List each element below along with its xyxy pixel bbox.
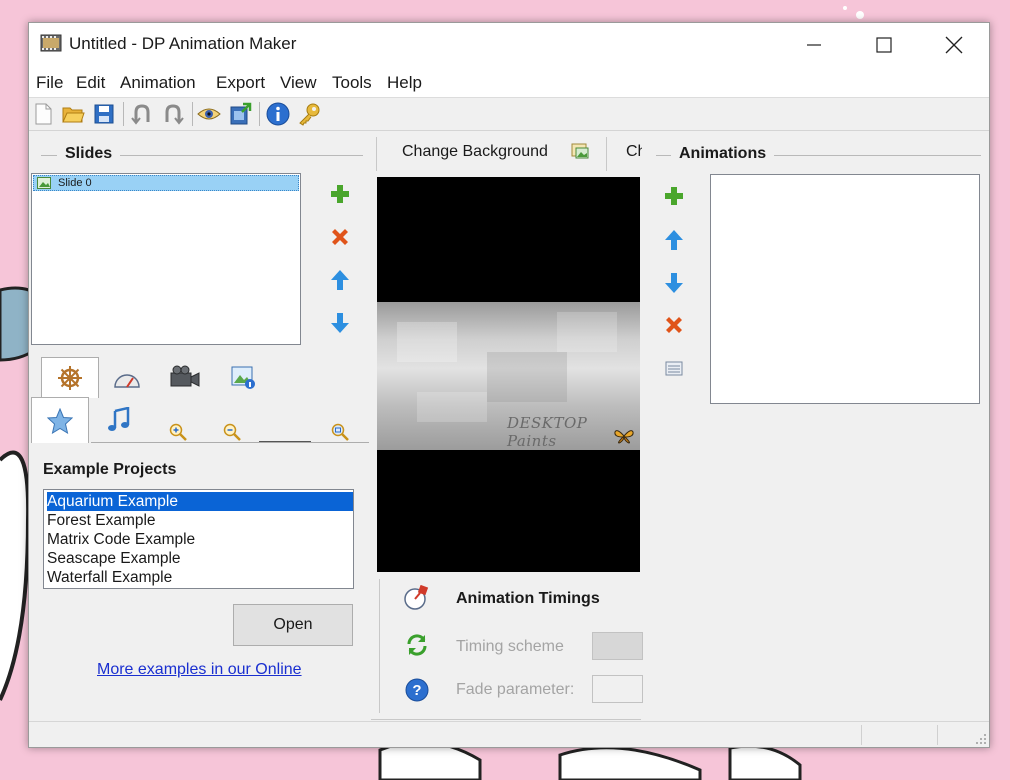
timings-bottom-rule <box>371 719 641 720</box>
redo-icon[interactable] <box>161 102 185 126</box>
preview-image: DESKTOP Paints <box>377 302 640 450</box>
animation-timings-heading: Animation Timings <box>456 590 600 607</box>
preview-eye-icon[interactable] <box>197 102 221 126</box>
window-title: Untitled - DP Animation Maker <box>69 34 297 53</box>
export-film-icon[interactable] <box>228 102 252 126</box>
open-folder-icon[interactable] <box>61 102 85 126</box>
timing-scheme-select[interactable] <box>592 632 643 660</box>
minimize-icon <box>807 44 821 46</box>
list-item[interactable]: Aquarium Example <box>47 492 353 511</box>
menu-view[interactable]: View <box>280 73 317 93</box>
delete-slide-icon[interactable] <box>328 225 352 249</box>
close-button[interactable] <box>919 23 989 67</box>
preview-canvas[interactable]: DESKTOP Paints <box>377 177 640 572</box>
fade-parameter-input[interactable] <box>592 675 643 703</box>
menu-help[interactable]: Help <box>387 73 422 93</box>
stopwatch-icon <box>114 374 140 388</box>
truncated-toolbar-button[interactable]: Ch <box>626 143 642 161</box>
slide-item[interactable]: Slide 0 <box>33 175 299 191</box>
title-bar: Untitled - DP Animation Maker <box>29 23 989 67</box>
menu-export[interactable]: Export <box>216 73 265 93</box>
status-separator <box>861 725 862 745</box>
list-item[interactable]: Seascape Example <box>47 549 353 568</box>
butterfly-icon <box>614 430 634 444</box>
slide-thumbnail-icon <box>37 177 51 189</box>
zoom-fit-icon[interactable] <box>331 423 349 441</box>
refresh-icon[interactable] <box>405 633 429 657</box>
list-item[interactable]: Matrix Code Example <box>47 530 353 549</box>
help-icon[interactable]: ? <box>405 678 429 702</box>
svg-text:?: ? <box>412 682 421 699</box>
examples-list[interactable]: Aquarium Example Forest Example Matrix C… <box>43 489 354 589</box>
minimize-button[interactable] <box>779 23 849 67</box>
open-button[interactable]: Open <box>233 604 353 646</box>
fade-parameter-label: Fade parameter: <box>456 681 575 698</box>
close-icon <box>945 36 963 54</box>
info-icon[interactable] <box>266 102 290 126</box>
menu-bar: File Edit Animation Export View Tools He… <box>29 67 989 98</box>
tab-image-info[interactable] <box>215 357 271 397</box>
tab-effects[interactable] <box>31 397 89 443</box>
add-slide-icon[interactable] <box>328 182 352 206</box>
new-file-icon[interactable] <box>31 102 55 126</box>
animation-properties-icon[interactable] <box>662 356 686 380</box>
image-info-icon <box>231 366 255 389</box>
toolbar-separator <box>192 102 193 126</box>
app-window: Untitled - DP Animation Maker File Edit … <box>28 22 990 748</box>
move-slide-up-icon[interactable] <box>328 268 352 292</box>
menu-edit[interactable]: Edit <box>76 73 105 93</box>
timings-divider <box>379 579 380 713</box>
key-icon[interactable] <box>297 102 321 126</box>
ship-wheel-icon <box>58 366 82 390</box>
app-film-icon <box>40 34 62 52</box>
tab-wheel[interactable] <box>41 357 99 398</box>
status-bar <box>29 721 989 747</box>
move-slide-down-icon[interactable] <box>328 311 352 335</box>
tab-timing[interactable] <box>99 357 155 397</box>
status-separator <box>937 725 938 745</box>
maximize-icon <box>876 37 892 53</box>
timing-scheme-label: Timing scheme <box>456 638 564 655</box>
zoom-out-icon[interactable] <box>223 423 241 441</box>
examples-heading: Example Projects <box>43 461 177 478</box>
animation-timings-icon <box>404 585 429 610</box>
slides-list[interactable]: Slide 0 <box>31 173 301 345</box>
add-animation-icon[interactable] <box>662 184 686 208</box>
save-icon[interactable] <box>92 102 116 126</box>
menu-tools[interactable]: Tools <box>332 73 372 93</box>
list-item[interactable]: Waterfall Example <box>47 568 353 587</box>
preview-divider <box>606 137 607 171</box>
slide-item-label: Slide 0 <box>58 177 92 189</box>
more-examples-link[interactable]: More examples in our Online <box>97 661 302 679</box>
maximize-button[interactable] <box>849 23 919 67</box>
background-image-icon[interactable] <box>571 143 589 159</box>
music-note-icon <box>108 406 130 431</box>
toolbar-separator <box>123 102 124 126</box>
animations-list[interactable] <box>710 174 980 404</box>
undo-icon[interactable] <box>130 102 154 126</box>
tab-strip-border <box>91 442 369 443</box>
tab-camera[interactable] <box>157 357 213 397</box>
animations-heading: Animations <box>671 145 775 163</box>
main-toolbar <box>29 98 989 131</box>
preview-divider <box>376 137 377 171</box>
toolbar-separator <box>259 102 260 126</box>
menu-file[interactable]: File <box>36 73 63 93</box>
tab-music[interactable] <box>91 397 147 443</box>
list-item[interactable]: Forest Example <box>47 511 353 530</box>
video-camera-icon <box>170 365 200 387</box>
delete-animation-icon[interactable] <box>662 313 686 337</box>
zoom-in-icon[interactable] <box>169 423 187 441</box>
change-background-button[interactable]: Change Background <box>402 143 548 161</box>
slides-heading: Slides <box>57 145 121 163</box>
menu-animation[interactable]: Animation <box>120 73 196 93</box>
move-animation-up-icon[interactable] <box>662 228 686 252</box>
move-animation-down-icon[interactable] <box>662 271 686 295</box>
resize-grip-icon[interactable] <box>973 731 987 745</box>
star-icon <box>47 407 73 434</box>
